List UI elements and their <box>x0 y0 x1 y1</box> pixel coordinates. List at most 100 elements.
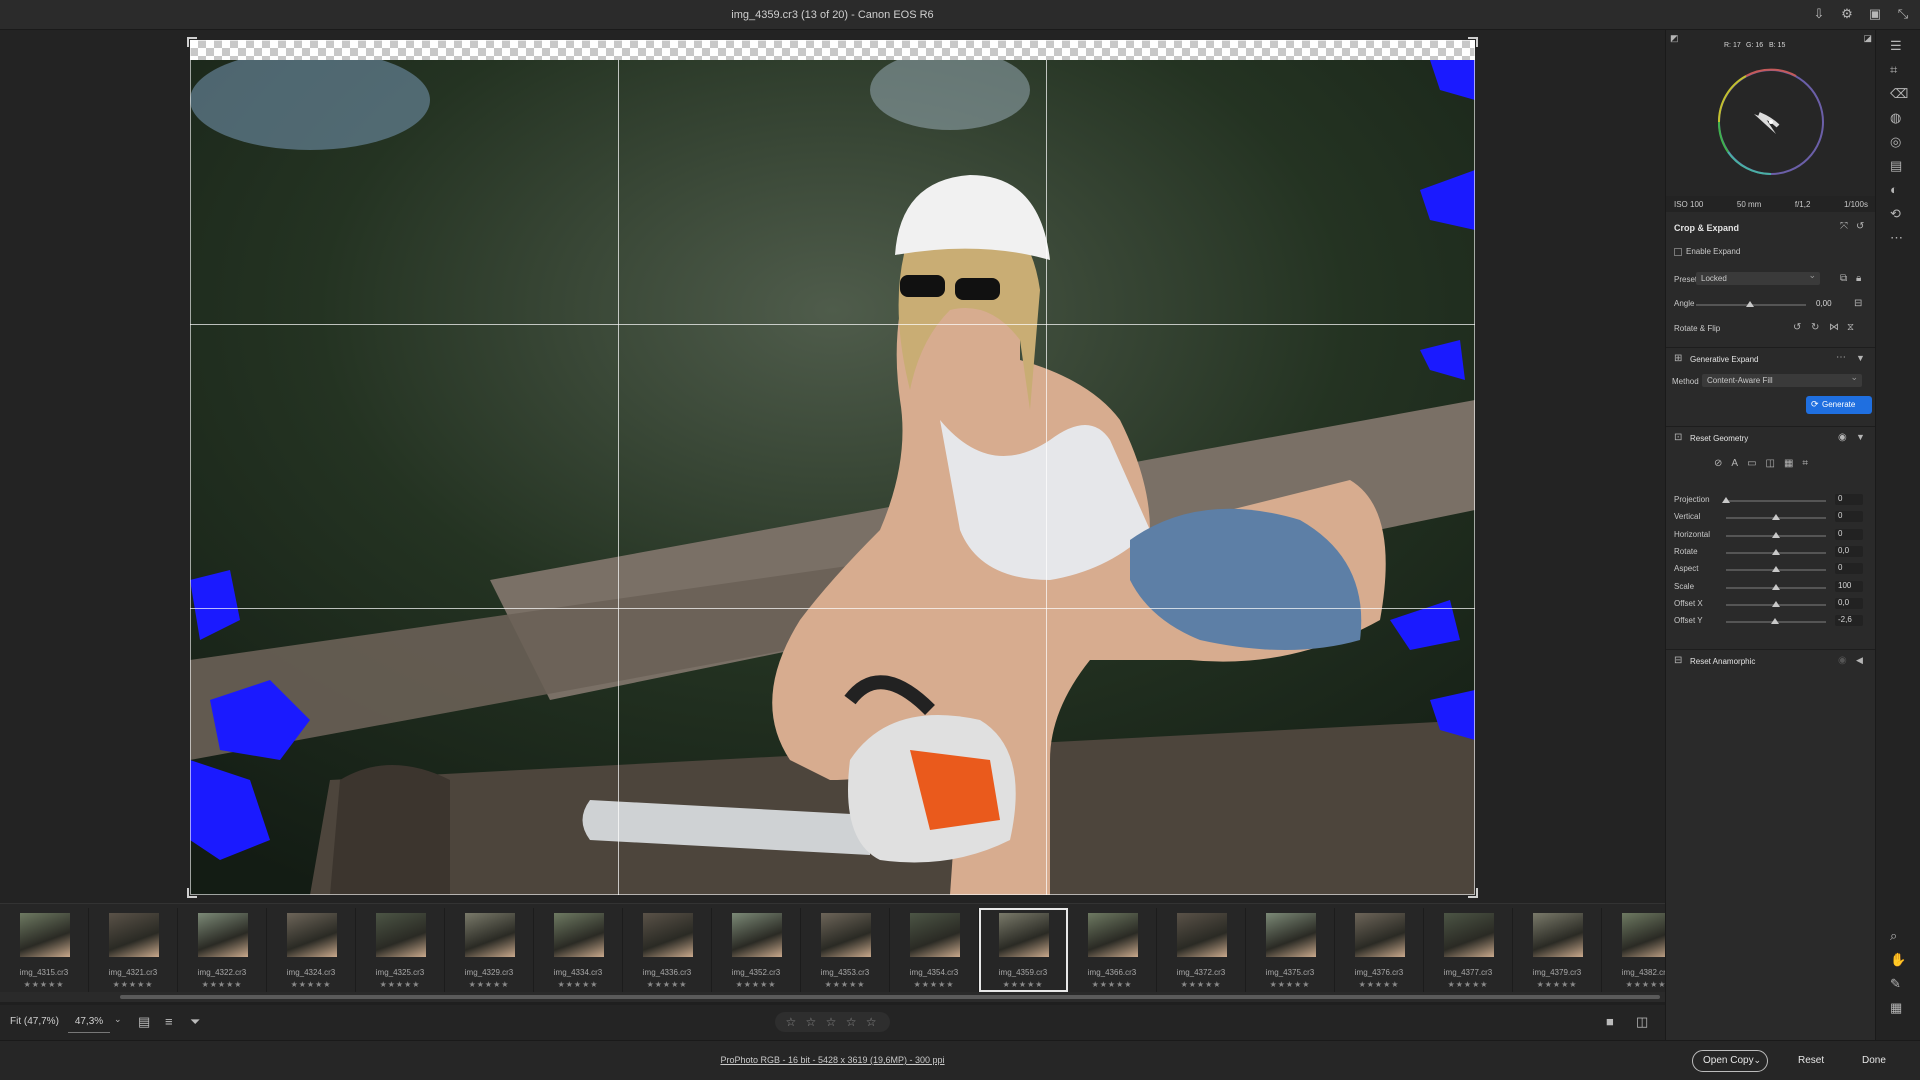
crop-area[interactable] <box>187 37 1478 898</box>
sort-icon[interactable]: ≡ <box>165 1014 173 1029</box>
open-copy-button[interactable]: Open Copy ⌄ <box>1692 1050 1768 1072</box>
scrollbar-thumb[interactable] <box>120 995 1660 999</box>
generative-expand-header[interactable]: ⊞ Generative Expand ⋯ ▼ <box>1666 347 1876 369</box>
lock-icon[interactable]: 🔒︎ <box>1856 273 1861 284</box>
filmstrip-thumbnail[interactable]: img_4377.cr3 ★★★★★ <box>1424 908 1513 992</box>
zoom-value[interactable]: 47,3% <box>68 1011 110 1033</box>
rotate-left-icon[interactable]: ↺ <box>1793 322 1801 333</box>
chevron-down-icon[interactable]: ⌄ <box>1753 1055 1761 1066</box>
eyedropper-icon[interactable]: ✎ <box>1890 976 1901 992</box>
aspect-swap-icon[interactable]: ⧉ <box>1840 273 1847 284</box>
upright-level-icon[interactable]: ▭ <box>1747 458 1756 469</box>
more-icon[interactable]: ⋯ <box>1890 230 1903 246</box>
chevron-left-icon[interactable]: ◀ <box>1856 655 1863 666</box>
done-button[interactable]: Done <box>1862 1055 1886 1066</box>
eye-icon[interactable]: ◉ <box>1838 432 1847 443</box>
zoom-fit-button[interactable]: Fit (47,7%) <box>10 1016 59 1027</box>
upright-off-icon[interactable]: ⊘ <box>1714 458 1722 469</box>
geometry-value-input[interactable]: 100 <box>1835 580 1863 592</box>
crop-icon[interactable]: ⌗ <box>1890 62 1897 78</box>
angle-value[interactable]: 0,00 <box>1816 299 1832 308</box>
filmstrip-thumbnail[interactable]: img_4354.cr3 ★★★★★ <box>890 908 979 992</box>
filter-icon[interactable]: ⏷ <box>190 1014 200 1030</box>
thumbnail-rating[interactable]: ★★★★★ <box>1424 980 1512 989</box>
geometry-slider-knob[interactable] <box>1722 497 1730 503</box>
filmstrip-thumbnail[interactable]: img_4352.cr3 ★★★★★ <box>712 908 801 992</box>
geometry-slider-knob[interactable] <box>1772 566 1780 573</box>
auto-crop-icon[interactable]: ⤧ <box>1840 221 1848 232</box>
crop-handle-bottom-right[interactable] <box>1468 888 1478 898</box>
single-view-icon[interactable]: ■ <box>1606 1014 1614 1029</box>
rotate-right-icon[interactable]: ↻ <box>1811 322 1819 333</box>
geometry-value-input[interactable]: 0,0 <box>1835 545 1863 557</box>
red-eye-icon[interactable]: ◎ <box>1890 134 1901 150</box>
zoom-icon[interactable]: ⌕ <box>1890 928 1897 944</box>
geometry-slider-knob[interactable] <box>1771 618 1779 625</box>
compare-view-icon[interactable]: ◫ <box>1636 1014 1648 1030</box>
shadow-clipping-icon[interactable]: ◩ <box>1670 33 1679 44</box>
geometry-value-input[interactable]: -2,6 <box>1835 615 1863 627</box>
thumbnail-rating[interactable]: ★★★★★ <box>356 980 444 989</box>
export-icon[interactable]: ⇩ <box>1810 5 1828 23</box>
thumbnail-rating[interactable]: ★★★★★ <box>801 980 889 989</box>
thumbnail-rating[interactable]: ★★★★★ <box>979 980 1067 989</box>
highlight-clipping-icon[interactable]: ◪ <box>1863 33 1872 44</box>
method-dropdown[interactable]: Content-Aware Fill <box>1702 372 1862 387</box>
filmstrip-scrollbar[interactable] <box>0 992 1665 1002</box>
filmstrip-thumbnail[interactable]: img_4366.cr3 ★★★★★ <box>1068 908 1157 992</box>
thumbnail-rating[interactable]: ★★★★★ <box>0 980 88 989</box>
crop-handle-bottom-left[interactable] <box>187 888 197 898</box>
thumbnail-rating[interactable]: ★★★★★ <box>267 980 355 989</box>
enable-expand-checkbox[interactable] <box>1674 248 1682 256</box>
grid-icon[interactable]: ▦ <box>1890 1000 1902 1016</box>
filmstrip-thumbnail[interactable]: img_4375.cr3 ★★★★★ <box>1246 908 1335 992</box>
generate-button[interactable]: ⟳ Generate <box>1806 396 1872 414</box>
edit-icon[interactable]: ☰ <box>1890 38 1902 54</box>
more-options-icon[interactable]: ⋯ <box>1836 352 1846 363</box>
geometry-value-input[interactable]: 0 <box>1835 563 1863 575</box>
thumbnail-rating[interactable]: ★★★★★ <box>1513 980 1601 989</box>
thumbnail-rating[interactable]: ★★★★★ <box>89 980 177 989</box>
reset-crop-icon[interactable]: ↺ <box>1856 221 1864 232</box>
anamorphic-header[interactable]: ⊟ Reset Anamorphic ◉ ◀ <box>1666 649 1876 671</box>
upright-auto-icon[interactable]: A <box>1731 458 1738 469</box>
geometry-slider-knob[interactable] <box>1772 514 1780 521</box>
geometry-header[interactable]: ⊡ Reset Geometry ◉ ▼ <box>1666 426 1876 448</box>
masking-icon[interactable]: ◍ <box>1890 110 1901 126</box>
upright-guided-icon[interactable]: ⌗ <box>1802 458 1808 469</box>
presets-icon[interactable]: ▤ <box>1890 158 1902 174</box>
snapshot-icon[interactable]: ◐ <box>1890 182 1898 197</box>
geometry-value-input[interactable]: 0 <box>1835 511 1863 523</box>
geometry-value-input[interactable]: 0 <box>1835 494 1863 505</box>
preset-dropdown[interactable]: Locked <box>1696 270 1820 285</box>
crop-handle-top-left[interactable] <box>187 37 197 47</box>
fullscreen-icon[interactable]: ▣ <box>1866 5 1884 23</box>
geometry-slider-knob[interactable] <box>1772 600 1780 607</box>
filmstrip-thumbnail[interactable]: img_4336.cr3 ★★★★★ <box>623 908 712 992</box>
workflow-options-link[interactable]: ProPhoto RGB - 16 bit - 5428 x 3619 (19,… <box>0 1055 1665 1065</box>
chevron-down-icon[interactable]: ▼ <box>1856 432 1865 442</box>
thumbnail-rating[interactable]: ★★★★★ <box>445 980 533 989</box>
geometry-slider[interactable] <box>1726 500 1826 502</box>
flip-horizontal-icon[interactable]: ⋈ <box>1829 322 1839 333</box>
crop-handle-top-right[interactable] <box>1468 37 1478 47</box>
chevron-down-icon[interactable]: ⌄ <box>114 1014 122 1025</box>
filmstrip-thumbnail[interactable]: img_4359.cr3 ★★★★★ <box>979 908 1068 992</box>
upright-vertical-icon[interactable]: ◫ <box>1766 458 1775 469</box>
eye-icon[interactable]: ◉ <box>1838 655 1847 666</box>
thumbnail-rating[interactable]: ★★★★★ <box>712 980 800 989</box>
thumbnail-rating[interactable]: ★★★★★ <box>1068 980 1156 989</box>
filmstrip-thumbnail[interactable]: img_4324.cr3 ★★★★★ <box>267 908 356 992</box>
rating-stars[interactable]: ☆ ☆ ☆ ☆ ☆ <box>775 1012 890 1032</box>
straighten-icon[interactable]: ⊟ <box>1854 298 1862 309</box>
thumbnail-rating[interactable]: ★★★★★ <box>1335 980 1423 989</box>
image-canvas[interactable] <box>0 30 1665 903</box>
flip-vertical-icon[interactable]: ⧖ <box>1847 322 1854 333</box>
filmstrip-thumbnail[interactable]: img_4372.cr3 ★★★★★ <box>1157 908 1246 992</box>
sync-icon[interactable]: ⟲ <box>1890 206 1901 222</box>
reset-button[interactable]: Reset <box>1798 1055 1824 1066</box>
hand-icon[interactable]: ✋ <box>1890 952 1906 968</box>
thumbnail-rating[interactable]: ★★★★★ <box>534 980 622 989</box>
thumbnail-rating[interactable]: ★★★★★ <box>1246 980 1334 989</box>
thumbnail-rating[interactable]: ★★★★★ <box>623 980 711 989</box>
